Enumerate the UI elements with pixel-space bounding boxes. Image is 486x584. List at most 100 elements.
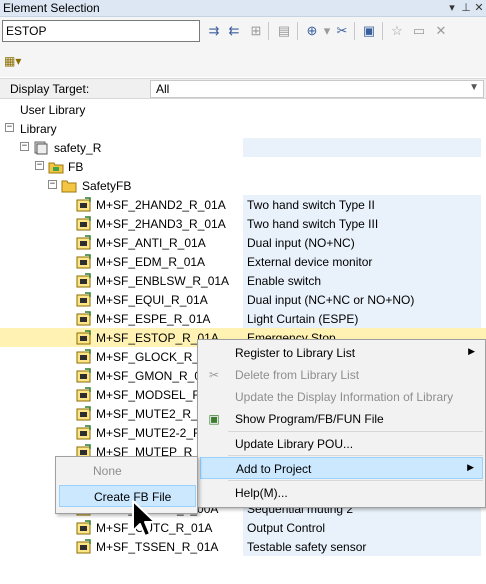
menu-item-label: Register to Library List bbox=[235, 346, 356, 360]
safety-fb-icon bbox=[76, 520, 91, 535]
submenu-arrow-icon: ▶ bbox=[468, 346, 475, 356]
fb-list-item[interactable]: M+SF_OUTC_R_01A Output Control bbox=[0, 518, 486, 537]
toolbar-separator bbox=[297, 22, 298, 40]
fb-list-item[interactable]: M+SF_2HAND3_R_01A Two hand switch Type II… bbox=[0, 214, 486, 233]
safety-fb-icon bbox=[76, 292, 91, 307]
toolbar-separator bbox=[382, 22, 383, 40]
display-target-value: All bbox=[156, 82, 170, 96]
fb-description: Two hand switch Type II bbox=[243, 195, 481, 214]
title-bar: Element Selection ▾ ⊥ ✕ bbox=[0, 0, 486, 17]
fb-list-item[interactable]: M+SF_ENBLSW_R_01A Enable switch bbox=[0, 271, 486, 290]
library-book-icon bbox=[34, 141, 48, 155]
menu-item-label: Add to Project bbox=[236, 462, 312, 476]
tree-node-safetyfb[interactable]: − SafetyFB bbox=[0, 176, 486, 195]
chevron-down-icon: ▼ bbox=[469, 82, 479, 93]
safety-fb-icon bbox=[76, 235, 91, 250]
menu-item-add-to-project[interactable]: Add to Project ▶ bbox=[200, 457, 483, 479]
safety-fb-icon bbox=[76, 406, 91, 421]
fb-name: M+SF_MUTE2-2_R_ bbox=[96, 426, 209, 440]
tree-node-label: Library bbox=[20, 122, 57, 136]
submenu-item-label: None bbox=[93, 464, 122, 478]
display-target-select[interactable]: All ▼ bbox=[150, 80, 484, 98]
safety-fb-icon bbox=[76, 349, 91, 364]
safety-fb-icon bbox=[76, 197, 91, 212]
show-file-icon: ▣ bbox=[208, 412, 220, 426]
delete-library-icon: ✂ bbox=[208, 368, 220, 382]
fb-name: M+SF_MODSEL_R_ bbox=[96, 388, 208, 402]
view-option-icon[interactable]: ▦▾ bbox=[4, 53, 24, 69]
folder-icon[interactable]: ▭ bbox=[410, 22, 428, 40]
tree-node-library[interactable]: − Library bbox=[0, 119, 486, 138]
tree-node-label: FB bbox=[68, 160, 84, 174]
submenu-arrow-icon: ▶ bbox=[467, 462, 474, 472]
menu-item-show-program-fb-fun-file[interactable]: ▣ Show Program/FB/FUN File bbox=[200, 408, 483, 430]
fb-name: M+SF_EQUI_R_01A bbox=[96, 293, 208, 307]
tree-node-fb[interactable]: − FB bbox=[0, 157, 486, 176]
fb-name: M+SF_EDM_R_01A bbox=[96, 255, 206, 269]
tree-node-user-library[interactable]: User Library bbox=[0, 100, 486, 119]
safety-fb-icon bbox=[76, 273, 91, 288]
safety-fb-icon bbox=[76, 387, 91, 402]
dropdown-icon[interactable]: ▾ bbox=[445, 0, 459, 16]
fb-name: M+SF_2HAND2_R_01A bbox=[96, 198, 226, 212]
search-input[interactable] bbox=[2, 20, 200, 42]
folder-icon bbox=[61, 180, 77, 193]
pin-icon[interactable]: ⊥ bbox=[459, 0, 473, 16]
delete-icon[interactable]: ✕ bbox=[432, 22, 450, 40]
safety-fb-icon bbox=[76, 330, 91, 345]
fb-list-item[interactable]: M+SF_TSSEN_R_01A Testable safety sensor bbox=[0, 537, 486, 556]
fb-list-item[interactable]: M+SF_2HAND2_R_01A Two hand switch Type II bbox=[0, 195, 486, 214]
menu-item-label: Update the Display Information of Librar… bbox=[235, 390, 454, 404]
menu-item-register-to-library-list[interactable]: Register to Library List ▶ bbox=[200, 342, 483, 364]
close-icon[interactable]: ✕ bbox=[472, 0, 486, 16]
tree-node-label: SafetyFB bbox=[82, 179, 132, 193]
cut-element-icon[interactable]: ✂ bbox=[333, 22, 351, 40]
toolbar-separator bbox=[354, 22, 355, 40]
safety-fb-icon bbox=[76, 216, 91, 231]
find-all-icon[interactable]: ⊞ bbox=[247, 22, 265, 40]
fb-description: Enable switch bbox=[243, 271, 481, 290]
safety-fb-icon bbox=[76, 311, 91, 326]
menu-item-label: Delete from Library List bbox=[235, 368, 360, 382]
collapse-icon[interactable]: − bbox=[48, 180, 57, 189]
toolbar-separator bbox=[268, 22, 269, 40]
collapse-icon[interactable]: − bbox=[35, 161, 44, 170]
tree-node-label: safety_R bbox=[54, 141, 102, 155]
collapse-icon[interactable]: − bbox=[5, 123, 14, 132]
favorite-icon[interactable]: ☆ bbox=[388, 22, 406, 40]
find-previous-icon[interactable]: ⇇ bbox=[225, 22, 243, 40]
tree-node-safety-r[interactable]: − safety_R bbox=[0, 138, 486, 157]
menu-item-delete-from-library-list[interactable]: ✂ Delete from Library List bbox=[200, 364, 483, 386]
submenu-item-create-fb-file[interactable]: Create FB File bbox=[59, 485, 196, 507]
submenu-item-none[interactable]: None bbox=[59, 460, 196, 482]
safety-fb-icon bbox=[76, 368, 91, 383]
display-target-bar: Display Target: All ▼ bbox=[0, 78, 486, 99]
fb-name: M+SF_ENBLSW_R_01A bbox=[96, 274, 230, 288]
fb-name: M+SF_ANTI_R_01A bbox=[96, 236, 206, 250]
add-to-project-submenu: None Create FB File bbox=[55, 456, 198, 514]
fb-description: Dual input (NC+NC or NO+NO) bbox=[243, 290, 481, 309]
fb-name: M+SF_2HAND3_R_01A bbox=[96, 217, 226, 231]
fb-description: Dual input (NO+NC) bbox=[243, 233, 481, 252]
collapse-icon[interactable]: − bbox=[20, 142, 29, 151]
fb-list-item[interactable]: M+SF_ESPE_R_01A Light Curtain (ESPE) bbox=[0, 309, 486, 328]
fb-list-item[interactable]: M+SF_ANTI_R_01A Dual input (NO+NC) bbox=[0, 233, 486, 252]
toolbar: ⇉ ⇇ ⊞ ▤ ⊕ ▾ ✂ ▣ ☆ ▭ ✕ ▦▾ bbox=[0, 17, 486, 77]
menu-item-update-library-pou[interactable]: Update Library POU... bbox=[200, 433, 483, 455]
safety-fb-icon bbox=[76, 254, 91, 269]
fb-description: Testable safety sensor bbox=[243, 537, 481, 556]
fb-description: Two hand switch Type III bbox=[243, 214, 481, 233]
safety-fb-icon bbox=[76, 539, 91, 554]
menu-item-help[interactable]: Help(M)... bbox=[200, 482, 483, 504]
fb-list-item[interactable]: M+SF_EDM_R_01A External device monitor bbox=[0, 252, 486, 271]
menu-separator bbox=[228, 431, 483, 432]
fb-list-item[interactable]: M+SF_EQUI_R_01A Dual input (NC+NC or NO+N… bbox=[0, 290, 486, 309]
display-target-label: Display Target: bbox=[10, 82, 90, 96]
fb-name: M+SF_ESPE_R_01A bbox=[96, 312, 211, 326]
fb-folder-icon bbox=[48, 162, 64, 174]
find-next-icon[interactable]: ⇉ bbox=[205, 22, 223, 40]
menu-item-update-display-information[interactable]: Update the Display Information of Librar… bbox=[200, 386, 483, 408]
library-icon[interactable]: ▣ bbox=[360, 22, 378, 40]
properties-icon[interactable]: ▤ bbox=[275, 22, 293, 40]
menu-item-label: Help(M)... bbox=[235, 486, 288, 500]
